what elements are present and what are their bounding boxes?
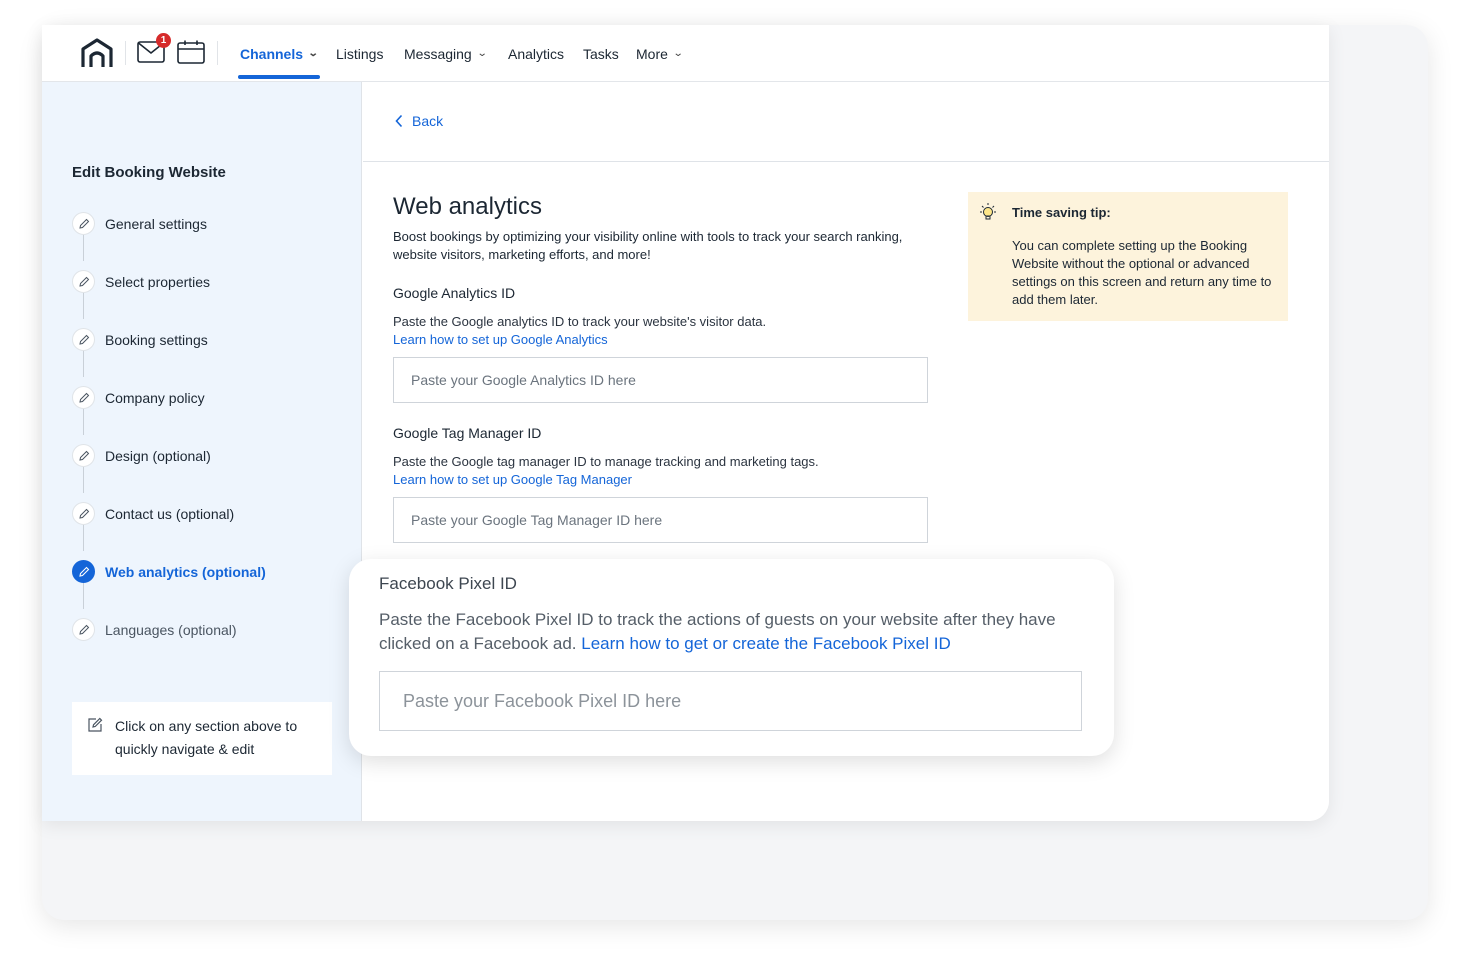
google-analytics-description: Paste the Google analytics ID to track y… (393, 313, 766, 349)
nav-channels-label: Channels (240, 45, 304, 62)
calendar-icon[interactable] (177, 40, 205, 64)
active-tab-indicator (238, 75, 320, 79)
pencil-icon[interactable] (72, 560, 95, 583)
facebook-pixel-id-input[interactable] (379, 671, 1082, 731)
page-title: Web analytics (393, 193, 542, 220)
navigation-hint: Click on any section above to quickly na… (72, 702, 332, 775)
facebook-pixel-label: Facebook Pixel ID (379, 574, 517, 593)
tag-manager-label: Google Tag Manager ID (393, 425, 542, 441)
tip-title: Time saving tip: (1012, 205, 1111, 220)
facebook-pixel-description: Paste the Facebook Pixel ID to track the… (379, 608, 1089, 656)
chevron-down-icon: ⌄ (476, 48, 488, 59)
nav-messaging[interactable]: Messaging ⌄ (404, 25, 488, 82)
tip-body: You can complete setting up the Booking … (1012, 238, 1272, 307)
nav-listings[interactable]: Listings (336, 25, 383, 82)
tip-box: Time saving tip: You can complete settin… (968, 192, 1288, 321)
chevron-down-icon: ⌄ (307, 48, 319, 59)
tag-manager-learn-link[interactable]: Learn how to set up Google Tag Manager (393, 471, 819, 489)
nav-listings-label: Listings (336, 45, 384, 62)
step-connector (83, 351, 84, 377)
step-connector (83, 583, 84, 609)
nav-analytics[interactable]: Analytics (508, 25, 564, 82)
nav-more-label: More (636, 45, 668, 62)
google-analytics-id-input[interactable] (393, 357, 928, 403)
page-intro: Boost bookings by optimizing your visibi… (393, 229, 903, 262)
divider (125, 41, 126, 65)
sidebar-item-languages[interactable]: Languages (optional) (105, 622, 237, 638)
step-connector (83, 409, 84, 435)
step-connector (83, 293, 84, 319)
sidebar-item-web-analytics[interactable]: Web analytics (optional) (105, 564, 266, 580)
sidebar-item-booking-settings[interactable]: Booking settings (105, 332, 208, 348)
facebook-pixel-card: Facebook Pixel ID Paste the Facebook Pix… (349, 559, 1114, 756)
chevron-left-icon (395, 114, 403, 128)
pencil-icon[interactable] (72, 328, 95, 351)
pencil-icon[interactable] (72, 386, 95, 409)
tag-manager-help-text: Paste the Google tag manager ID to manag… (393, 454, 819, 469)
step-connector (83, 235, 84, 261)
nav-tasks[interactable]: Tasks (583, 25, 619, 82)
home-logo-icon[interactable] (80, 37, 114, 69)
sidebar-item-contact-us[interactable]: Contact us (optional) (105, 506, 234, 522)
nav-messaging-label: Messaging (404, 45, 472, 62)
pencil-icon[interactable] (72, 270, 95, 293)
tag-manager-description: Paste the Google tag manager ID to manag… (393, 453, 819, 489)
tag-manager-id-input[interactable] (393, 497, 928, 543)
google-analytics-help-text: Paste the Google analytics ID to track y… (393, 314, 767, 329)
hint-text: Click on any section above to quickly na… (115, 718, 298, 757)
nav-channels[interactable]: Channels ⌄ (240, 25, 319, 82)
pencil-icon[interactable] (72, 212, 95, 235)
back-row: Back (363, 82, 1329, 162)
sidebar-item-select-properties[interactable]: Select properties (105, 274, 210, 290)
sidebar-item-general-settings[interactable]: General settings (105, 216, 207, 232)
back-link[interactable]: Back (394, 113, 443, 129)
nav-tasks-label: Tasks (583, 45, 619, 62)
step-connector (83, 525, 84, 551)
sidebar-item-company-policy[interactable]: Company policy (105, 390, 205, 406)
facebook-pixel-learn-link[interactable]: Learn how to get or create the Facebook … (581, 634, 950, 653)
chevron-down-icon: ⌄ (672, 48, 684, 59)
pencil-icon[interactable] (72, 444, 95, 467)
top-navigation-bar: 1 Channels ⌄ Listings Messaging ⌄ Analytic… (42, 25, 1329, 82)
lightbulb-icon (980, 203, 996, 220)
nav-more[interactable]: More ⌄ (636, 25, 684, 82)
google-analytics-label: Google Analytics ID (393, 285, 516, 301)
sidebar-title: Edit Booking Website (72, 164, 226, 181)
pencil-icon[interactable] (72, 618, 95, 641)
pencil-icon[interactable] (72, 502, 95, 525)
divider (217, 41, 218, 65)
back-label: Back (412, 113, 444, 129)
step-connector (83, 467, 84, 493)
sidebar-item-design[interactable]: Design (optional) (105, 448, 211, 464)
sidebar: Edit Booking Website General settings Se… (42, 82, 362, 821)
nav-analytics-label: Analytics (508, 45, 565, 62)
edit-icon (88, 717, 103, 732)
notification-badge: 1 (156, 33, 171, 48)
google-analytics-learn-link[interactable]: Learn how to set up Google Analytics (393, 331, 766, 349)
